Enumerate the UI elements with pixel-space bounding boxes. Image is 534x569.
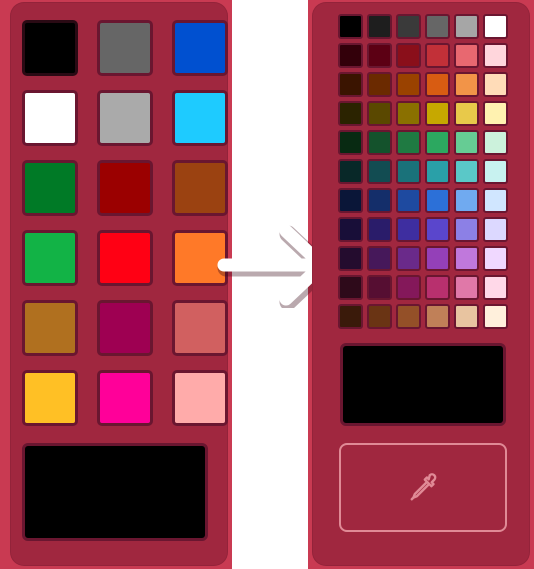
swatch-sky-blue[interactable] [172, 90, 228, 146]
swatch-r3-c4[interactable] [425, 72, 450, 97]
swatch-r7-c2[interactable] [367, 188, 392, 213]
swatch-r7-c6[interactable] [483, 188, 508, 213]
swatch-r2-c2[interactable] [367, 43, 392, 68]
basic-swatch-grid [22, 20, 228, 426]
swatch-r3-c6[interactable] [483, 72, 508, 97]
swatch-r10-c6[interactable] [483, 275, 508, 300]
swatch-r5-c3[interactable] [396, 130, 421, 155]
swatch-r6-c2[interactable] [367, 159, 392, 184]
swatch-r4-c2[interactable] [367, 101, 392, 126]
swatch-light-gray[interactable] [97, 90, 153, 146]
swatch-r9-c4[interactable] [425, 246, 450, 271]
swatch-r4-c5[interactable] [454, 101, 479, 126]
swatch-r6-c5[interactable] [454, 159, 479, 184]
swatch-r2-c4[interactable] [425, 43, 450, 68]
swatch-blue[interactable] [172, 20, 228, 76]
swatch-r5-c6[interactable] [483, 130, 508, 155]
swatch-r3-c5[interactable] [454, 72, 479, 97]
swatch-yellow[interactable] [22, 370, 78, 426]
swatch-r11-c2[interactable] [367, 304, 392, 329]
swatch-dark-red[interactable] [97, 160, 153, 216]
swatch-r3-c1[interactable] [338, 72, 363, 97]
swatch-r4-c1[interactable] [338, 101, 363, 126]
swatch-r7-c1[interactable] [338, 188, 363, 213]
swatch-r8-c5[interactable] [454, 217, 479, 242]
swatch-r1-c1[interactable] [338, 14, 363, 39]
swatch-r10-c5[interactable] [454, 275, 479, 300]
swatch-r4-c6[interactable] [483, 101, 508, 126]
swatch-red[interactable] [97, 230, 153, 286]
swatch-r2-c1[interactable] [338, 43, 363, 68]
swatch-r11-c3[interactable] [396, 304, 421, 329]
swatch-r1-c6[interactable] [483, 14, 508, 39]
swatch-light-pink[interactable] [172, 370, 228, 426]
swatch-r9-c5[interactable] [454, 246, 479, 271]
swatch-r9-c1[interactable] [338, 246, 363, 271]
swatch-r1-c2[interactable] [367, 14, 392, 39]
swatch-r8-c2[interactable] [367, 217, 392, 242]
swatch-r6-c4[interactable] [425, 159, 450, 184]
swatch-r11-c1[interactable] [338, 304, 363, 329]
swatch-r10-c2[interactable] [367, 275, 392, 300]
swatch-r5-c1[interactable] [338, 130, 363, 155]
swatch-r11-c4[interactable] [425, 304, 450, 329]
swatch-r10-c1[interactable] [338, 275, 363, 300]
extended-palette-panel [312, 2, 530, 566]
swatch-r9-c3[interactable] [396, 246, 421, 271]
swatch-r8-c1[interactable] [338, 217, 363, 242]
basic-palette-panel [10, 2, 228, 566]
eyedropper-icon [410, 472, 437, 500]
swatch-r8-c6[interactable] [483, 217, 508, 242]
swatch-r3-c2[interactable] [367, 72, 392, 97]
swatch-pink[interactable] [97, 370, 153, 426]
selected-color-preview [22, 443, 208, 541]
eyedropper-button[interactable] [339, 443, 507, 532]
swatch-r7-c5[interactable] [454, 188, 479, 213]
swatch-r6-c3[interactable] [396, 159, 421, 184]
swatch-r2-c3[interactable] [396, 43, 421, 68]
swatch-r2-c6[interactable] [483, 43, 508, 68]
swatch-gray[interactable] [97, 20, 153, 76]
swatch-salmon[interactable] [172, 300, 228, 356]
swatch-white[interactable] [22, 90, 78, 146]
swatch-r9-c6[interactable] [483, 246, 508, 271]
swatch-r10-c4[interactable] [425, 275, 450, 300]
swatch-r5-c2[interactable] [367, 130, 392, 155]
swatch-r7-c4[interactable] [425, 188, 450, 213]
swatch-r3-c3[interactable] [396, 72, 421, 97]
swatch-green[interactable] [22, 230, 78, 286]
swatch-r4-c4[interactable] [425, 101, 450, 126]
swatch-r4-c3[interactable] [396, 101, 421, 126]
swatch-ochre[interactable] [22, 300, 78, 356]
swatch-r5-c5[interactable] [454, 130, 479, 155]
swatch-r11-c5[interactable] [454, 304, 479, 329]
swatch-r9-c2[interactable] [367, 246, 392, 271]
swatch-black[interactable] [22, 20, 78, 76]
extended-swatch-grid [338, 14, 508, 329]
swatch-r6-c6[interactable] [483, 159, 508, 184]
swatch-r11-c6[interactable] [483, 304, 508, 329]
swatch-r5-c4[interactable] [425, 130, 450, 155]
swatch-r1-c4[interactable] [425, 14, 450, 39]
swatch-brown[interactable] [172, 160, 228, 216]
swatch-r2-c5[interactable] [454, 43, 479, 68]
swatch-dark-green[interactable] [22, 160, 78, 216]
swatch-r8-c3[interactable] [396, 217, 421, 242]
swatch-r8-c4[interactable] [425, 217, 450, 242]
swatch-r10-c3[interactable] [396, 275, 421, 300]
swatch-r1-c5[interactable] [454, 14, 479, 39]
swatch-r1-c3[interactable] [396, 14, 421, 39]
swatch-r6-c1[interactable] [338, 159, 363, 184]
selected-color-preview-right [340, 343, 506, 426]
swatch-magenta-dark[interactable] [97, 300, 153, 356]
swatch-r7-c3[interactable] [396, 188, 421, 213]
